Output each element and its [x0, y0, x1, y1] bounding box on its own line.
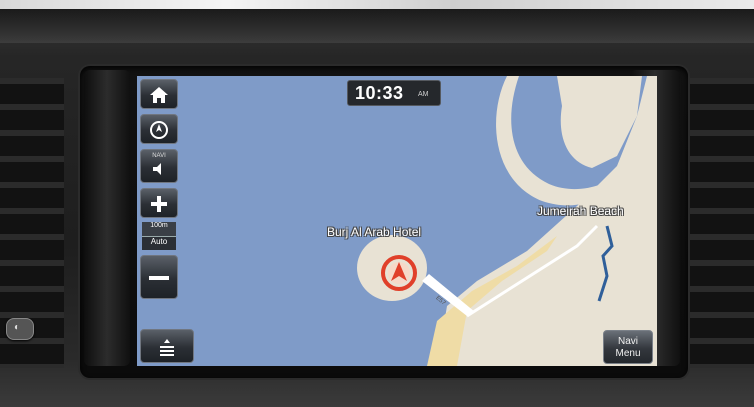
zoom-mode-label[interactable]: Auto [142, 237, 176, 250]
zoom-out-button[interactable] [140, 255, 178, 299]
navi-menu-label-line2: Menu [615, 348, 641, 359]
zoom-in-button[interactable] [140, 188, 178, 218]
route-guidance-button[interactable] [140, 114, 178, 144]
map-menu-list-button[interactable] [140, 329, 194, 363]
volume-caption: NAVI [152, 153, 166, 159]
upper-dashboard-trim [0, 9, 754, 43]
clock-time: 10:33 [355, 83, 404, 103]
navi-menu-button[interactable]: Navi Menu [603, 330, 653, 364]
map-canvas[interactable] [137, 76, 657, 366]
home-button[interactable] [140, 79, 178, 109]
top-trim-strip [0, 0, 754, 9]
navigation-screen[interactable]: Burj Al Arab Hotel Jumeirah Beach E57 10… [137, 76, 657, 366]
zoom-scale-label: 100m [142, 222, 176, 237]
home-icon [150, 87, 168, 103]
zoom-out-icon [149, 276, 169, 280]
navi-volume-button[interactable]: NAVI [140, 149, 178, 183]
map-label-hotel: Burj Al Arab Hotel [327, 225, 422, 239]
map-label-beach: Jumeirah Beach [537, 204, 624, 218]
menu-list-icon [160, 339, 174, 356]
car-dashboard: ◐ Burj Al Arab Hotel Jumeirah Beach E57 … [0, 0, 754, 407]
navi-menu-label-line1: Navi [617, 336, 638, 347]
right-air-vent [690, 78, 754, 368]
clock-period: AM [418, 91, 429, 98]
left-bezel-pillar [84, 70, 130, 366]
clock-display: 10:33 AM [347, 80, 441, 106]
route-guidance-icon [150, 121, 168, 139]
side-button-icon: ◐ [14, 322, 21, 333]
zoom-in-icon [151, 196, 167, 212]
volume-icon [153, 163, 161, 175]
dashboard-side-button[interactable]: ◐ [6, 318, 34, 340]
